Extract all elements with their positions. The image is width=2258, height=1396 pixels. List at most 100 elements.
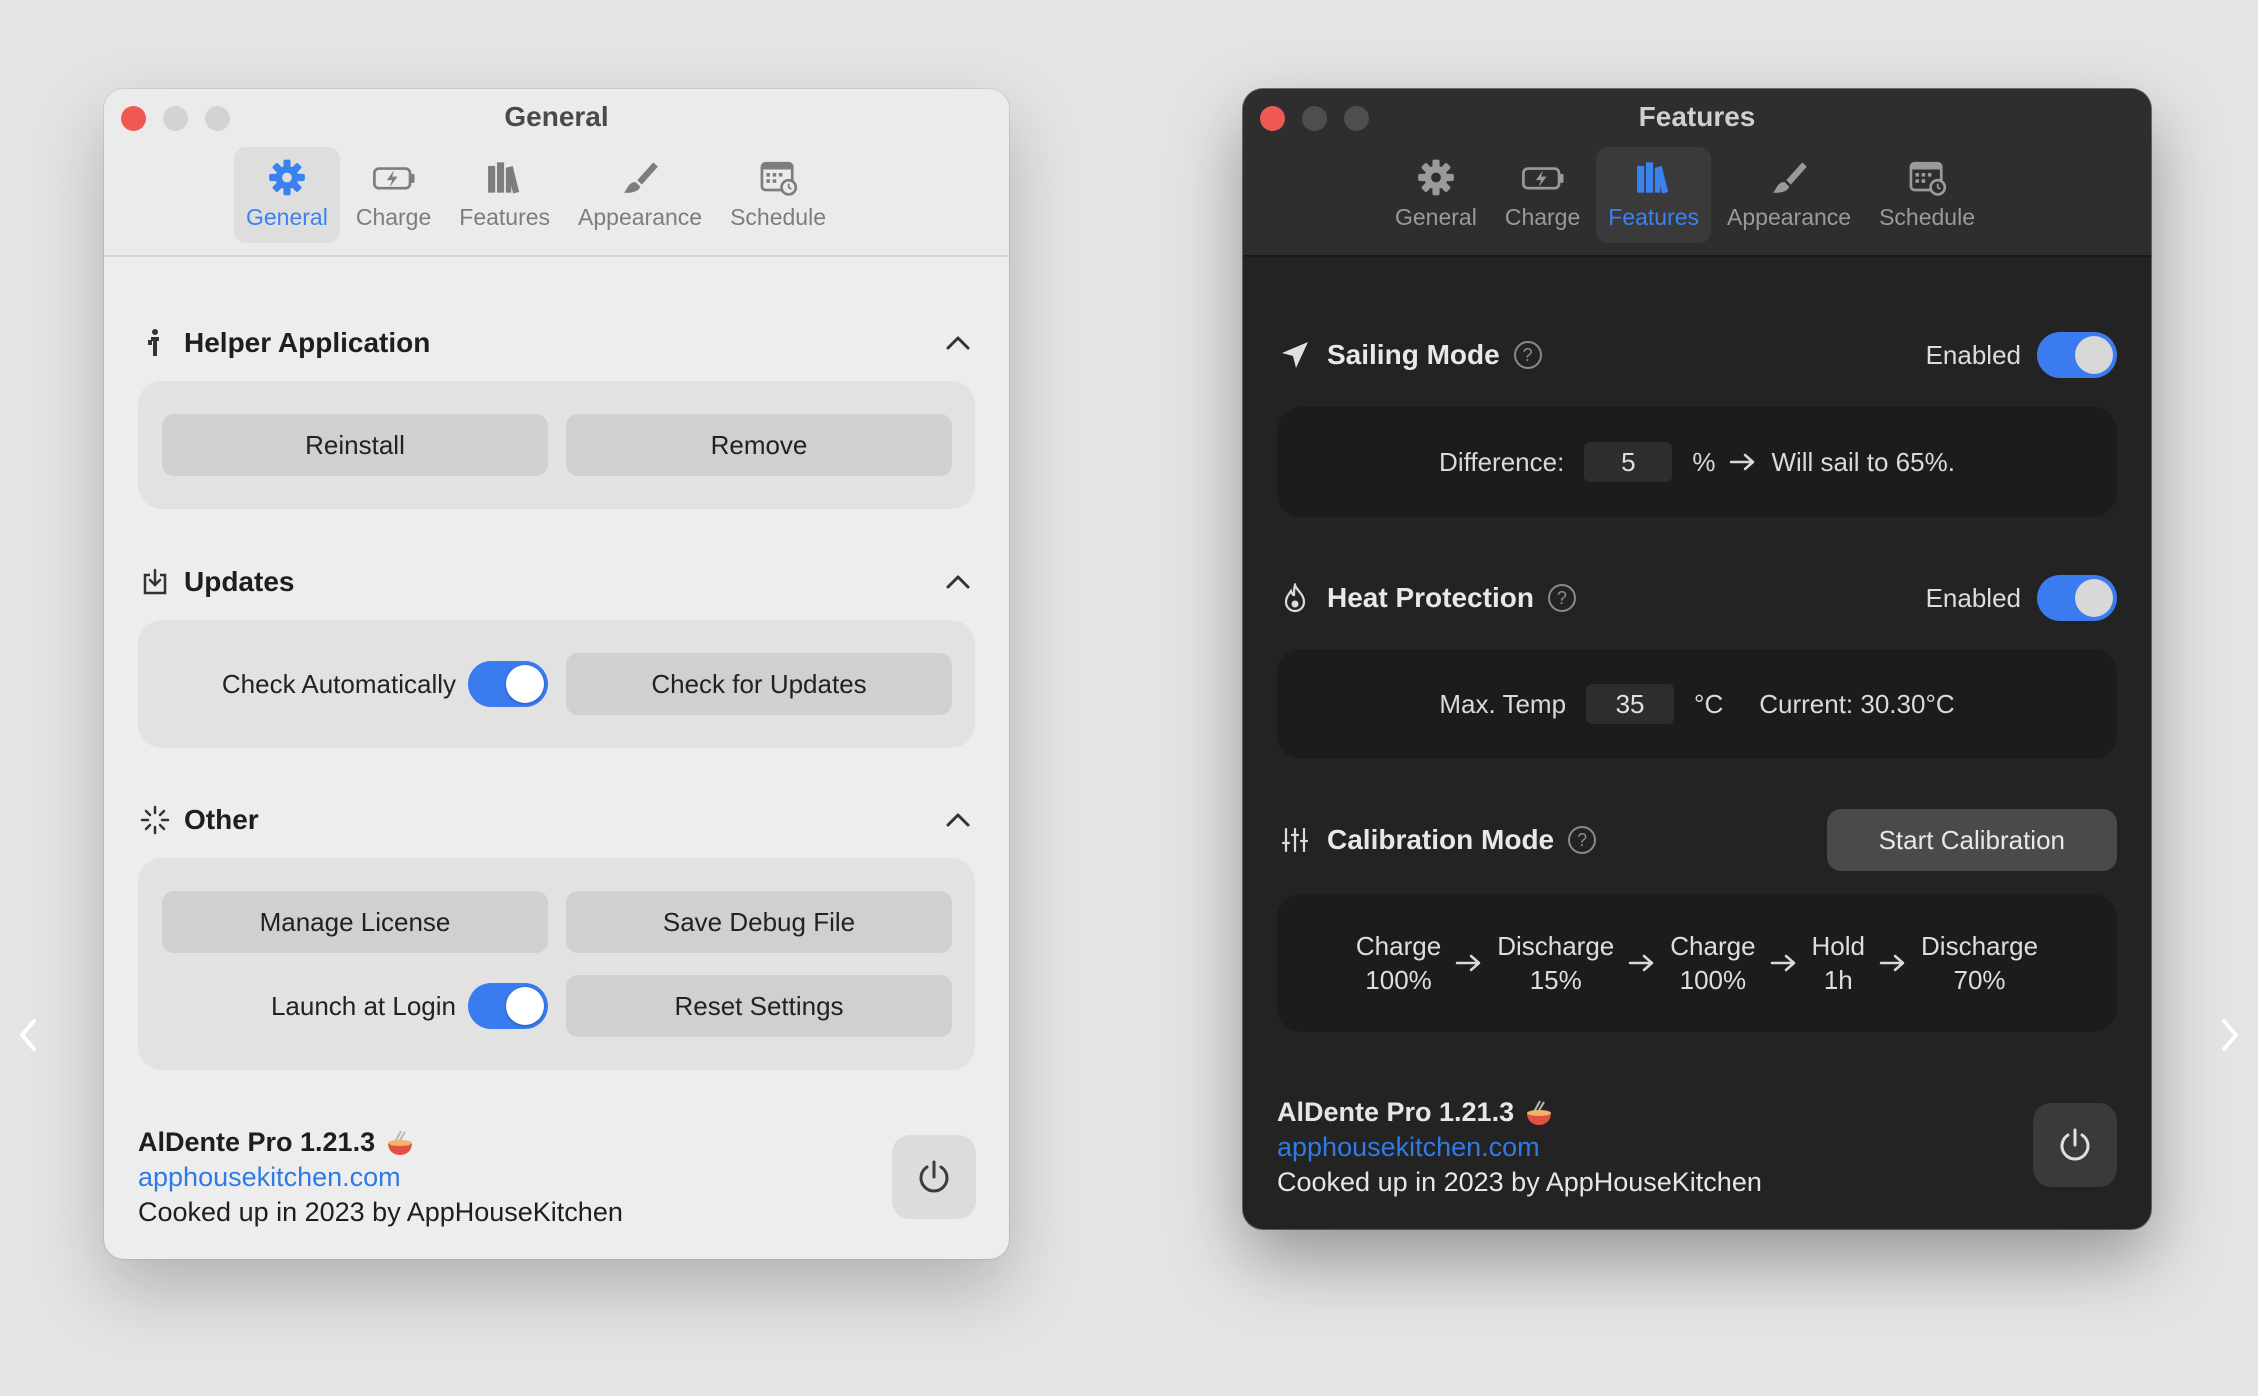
step-action: Discharge [1497,931,1615,961]
window-title: General [504,101,609,132]
step-value: 70% [1953,965,2006,995]
reinstall-button[interactable]: Reinstall [162,414,548,476]
tab-general[interactable]: General [234,147,340,243]
help-icon[interactable]: ? [1568,826,1597,854]
difference-label: Difference: [1439,446,1565,477]
chevron-up-icon[interactable] [941,565,975,599]
app-version: AlDente Pro 1.21.3 [1277,1097,1762,1128]
updates-header[interactable]: Updates [138,560,975,604]
paintbrush-icon [624,162,658,193]
heat-protection-toggle[interactable] [2037,575,2117,621]
step-value: 100% [1679,965,1747,995]
tab-appearance[interactable]: Appearance [1715,147,1863,243]
help-icon[interactable]: ? [1513,341,1542,369]
updates-panel: Check Automatically Check for Updates [138,620,975,748]
general-settings-window: General General Charge Features Appearan… [104,89,1009,1259]
max-temp-input[interactable]: 35 [1586,684,1675,724]
check-automatically-toggle[interactable] [468,661,548,707]
remove-button[interactable]: Remove [566,414,952,476]
tab-charge[interactable]: Charge [1493,147,1592,243]
tab-general[interactable]: General [1383,147,1489,243]
check-automatically-label: Check Automatically [221,668,456,699]
app-version: AlDente Pro 1.21.3 [138,1127,623,1158]
save-debug-file-button[interactable]: Save Debug File [566,891,952,953]
launch-at-login-toggle[interactable] [468,983,548,1029]
window-title: Features [1638,101,1756,132]
check-for-updates-button[interactable]: Check for Updates [566,653,952,715]
tab-schedule[interactable]: Schedule [1867,147,1987,243]
arrow-right-icon [1628,953,1656,973]
step-action: Charge [1355,931,1442,961]
features-settings-window: Features General Charge Features Appeara… [1243,89,2151,1229]
toggle-knob [506,987,544,1025]
difference-input[interactable]: 5 [1584,442,1673,482]
helper-application-panel: Reinstall Remove [138,381,975,509]
toggle-knob [506,665,544,703]
credit-text: Cooked up in 2023 by AppHouseKitchen [1277,1167,1762,1197]
carousel-prev-icon[interactable] [8,1010,48,1060]
power-icon [2060,1128,2090,1161]
current-temp-text: Current: 30.30°C [1759,688,1955,719]
chevron-up-icon[interactable] [941,326,975,360]
tab-features[interactable]: Features [1596,147,1712,243]
sail-result-text: Will sail to 65%. [1771,446,1955,477]
download-tray-icon [138,565,172,599]
tab-label: General [246,204,328,230]
power-icon [919,1160,949,1193]
pasta-bowl-icon [388,1130,413,1155]
sailing-mode-panel: Difference: 5 % Will sail to 65%. [1277,407,2117,517]
sailing-status-label: Enabled [1925,339,2021,370]
tab-features[interactable]: Features [447,147,562,243]
other-panel: Manage License Save Debug File Launch at… [138,858,975,1070]
calibration-mode-row: Calibration Mode ? Start Calibration [1277,809,2117,871]
chevron-up-icon[interactable] [941,803,975,837]
calendar-clock-icon [760,161,798,196]
carousel-next-icon[interactable] [2210,1010,2250,1060]
step-action: Discharge [1921,931,2039,961]
app-name: AlDente Pro 1.21.3 [1277,1097,1515,1127]
books-icon [1636,162,1668,194]
spinner-icon [138,803,172,837]
tab-label: Appearance [1727,204,1852,230]
battery-charging-icon [372,167,415,190]
sailing-mode-toggle[interactable] [2037,332,2117,378]
pasta-bowl-icon [1527,1100,1552,1125]
tab-label: General [1395,204,1477,230]
helper-application-header[interactable]: Helper Application [138,321,975,365]
tab-schedule[interactable]: Schedule [718,147,838,243]
max-temp-label: Max. Temp [1439,688,1567,719]
step-value: 15% [1529,965,1582,995]
help-icon[interactable]: ? [1547,584,1576,612]
titlebar: General General Charge Features Appearan… [104,89,1009,257]
calibration-step: Hold 1h [1812,929,1865,997]
step-action: Hold [1811,931,1866,961]
calibration-step: Discharge 15% [1497,929,1614,997]
calibration-step: Discharge 70% [1921,929,2038,997]
titlebar: Features General Charge Features Appeara… [1243,89,2151,257]
percent-unit: % [1692,446,1716,477]
tab-appearance[interactable]: Appearance [566,147,714,243]
section-title: Helper Application [184,327,431,358]
tab-label: Appearance [578,204,703,230]
sailing-mode-row: Sailing Mode ? Enabled [1277,327,2117,383]
calendar-clock-icon [1909,161,1947,196]
tab-label: Charge [1504,204,1581,230]
calibration-mode-title: Calibration Mode [1327,824,1555,855]
website-link[interactable]: apphousekitchen.com [138,1162,623,1193]
tab-label: Charge [355,204,432,230]
quit-button[interactable] [892,1135,976,1219]
celsius-unit: °C [1694,688,1724,719]
quit-button[interactable] [2033,1103,2117,1187]
step-action: Charge [1670,931,1756,961]
manage-license-button[interactable]: Manage License [162,891,548,953]
paper-plane-icon [1277,337,1313,373]
tab-label: Schedule [1879,204,1975,230]
tab-charge[interactable]: Charge [344,147,443,243]
website-link[interactable]: apphousekitchen.com [1277,1132,1762,1163]
start-calibration-button[interactable]: Start Calibration [1826,809,2117,871]
arrow-right-icon [1729,452,1757,472]
sliders-icon [1277,822,1313,858]
tab-label: Features [459,204,551,230]
other-header[interactable]: Other [138,798,975,842]
reset-settings-button[interactable]: Reset Settings [566,975,952,1037]
